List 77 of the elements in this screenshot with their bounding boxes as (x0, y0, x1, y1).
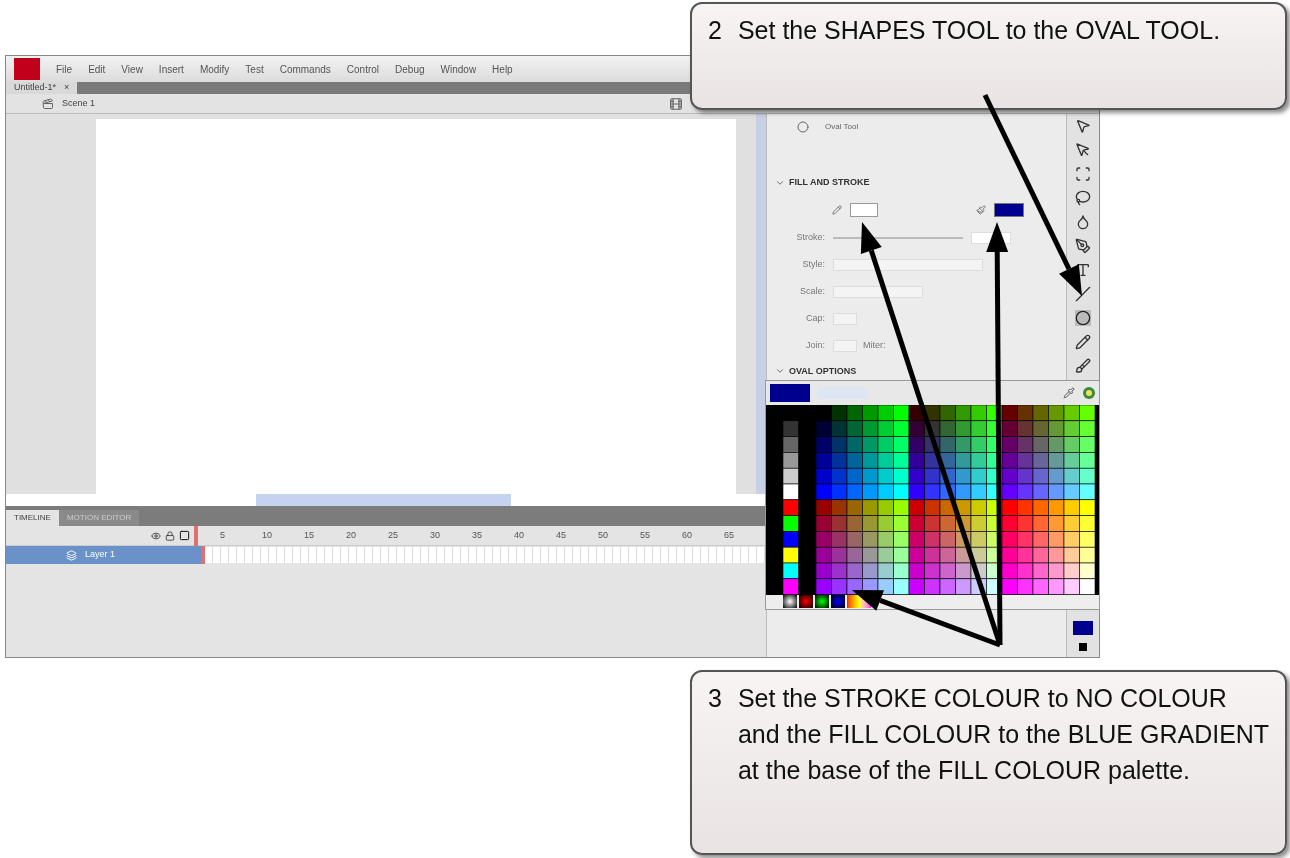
gradient-swatch[interactable] (815, 595, 829, 609)
menu-item[interactable]: Modify (199, 61, 230, 77)
menu-item[interactable]: Test (245, 61, 264, 77)
panel-tab[interactable]: TIMELINE (6, 510, 59, 526)
gradient-swatch[interactable] (799, 595, 813, 609)
lasso-tool-icon[interactable] (1075, 190, 1091, 206)
frame-number: 25 (388, 528, 399, 542)
frame-number: 65 (724, 528, 735, 542)
frame-number: 60 (682, 528, 693, 542)
selected-color-swatch (770, 383, 810, 402)
oval-tool-icon[interactable] (1075, 310, 1091, 326)
document-tab[interactable]: Untitled-1* × (6, 82, 78, 94)
field-label: Stroke: (795, 230, 825, 244)
frame-number: 35 (472, 528, 483, 542)
selection-tool-icon[interactable] (1075, 118, 1091, 134)
callout-text: Set the SHAPES TOOL to the OVAL TOOL. (737, 15, 1221, 46)
lock-icon[interactable] (165, 530, 176, 541)
tab-label: Untitled-1* (14, 81, 57, 95)
menu-item[interactable]: Insert (158, 61, 184, 77)
fill-color-swatch[interactable] (1073, 621, 1093, 635)
scene-icon (42, 97, 54, 110)
field-label: Scale: (799, 284, 825, 298)
oval-icon (797, 121, 809, 133)
frame-number: 40 (514, 528, 525, 542)
field-label: Cap: (805, 311, 825, 325)
eye-icon[interactable] (151, 530, 162, 541)
layer-icon (66, 549, 77, 561)
frame-number: 5 (220, 528, 226, 542)
eyedropper-icon[interactable] (1063, 386, 1075, 399)
scroll-bar[interactable] (6, 494, 766, 506)
callout-text: Set the STROKE COLOUR to NO COLOUR and the FILL COLOUR to the BLUE GRADIENT at the base of the FILL COLOUR palette. (737, 683, 1269, 786)
scroll-bar[interactable] (756, 114, 766, 494)
menu-item[interactable]: View (121, 61, 143, 77)
drop-tool-icon[interactable] (1075, 214, 1091, 230)
frame-number: 30 (430, 528, 441, 542)
frame-number: 15 (304, 528, 315, 542)
transform-tool-icon[interactable] (1075, 166, 1091, 182)
pen-tool-icon[interactable] (1075, 238, 1091, 254)
gradient-swatch[interactable] (783, 595, 797, 609)
line-tool-icon[interactable] (1075, 286, 1091, 302)
frame-number: 45 (556, 528, 567, 542)
stroke-color-swatch[interactable] (850, 202, 878, 217)
field-label: Join: (805, 338, 825, 352)
stroke-color-icon (832, 204, 842, 215)
color-wheel-icon[interactable] (1083, 386, 1095, 399)
frame-number: 10 (262, 528, 273, 542)
section-title[interactable]: OVAL OPTIONS (789, 364, 857, 378)
tool-name: Oval Tool (825, 121, 859, 133)
step-number: 3 (708, 683, 722, 714)
menu-item[interactable]: Debug (395, 61, 425, 77)
pointer-tool-icon[interactable] (1075, 142, 1091, 158)
fill-color-icon (976, 204, 986, 215)
step-number: 2 (708, 15, 722, 46)
field-label: Miter: (863, 338, 886, 352)
field-label: Style: (801, 257, 825, 271)
menu-item[interactable]: Control (346, 61, 380, 77)
frame-number: 50 (598, 528, 609, 542)
menu-item[interactable]: Edit (88, 61, 106, 77)
menu-item[interactable]: File (56, 61, 73, 77)
outline-icon[interactable] (179, 530, 191, 541)
scroll-thumb[interactable] (256, 494, 511, 506)
scale-dropdown[interactable] (833, 285, 923, 298)
frame-number: 55 (640, 528, 651, 542)
style-dropdown[interactable] (833, 258, 983, 271)
menu-item[interactable]: Help (492, 61, 513, 77)
text-tool-icon[interactable] (1075, 262, 1091, 278)
menu-item[interactable]: Window (440, 61, 477, 77)
pencil-tool-icon[interactable] (1075, 334, 1091, 350)
brush-tool-icon[interactable] (1075, 358, 1091, 374)
close-button[interactable]: × (64, 81, 70, 95)
gradient-swatch[interactable] (831, 595, 845, 609)
frame-number: 20 (346, 528, 357, 542)
menu-item[interactable]: Commands (279, 61, 331, 77)
section-title[interactable]: FILL AND STROKE (789, 176, 870, 190)
scene-label: Scene 1 (62, 96, 96, 110)
app-logo (14, 58, 40, 80)
fill-color-swatch[interactable] (994, 202, 1024, 217)
